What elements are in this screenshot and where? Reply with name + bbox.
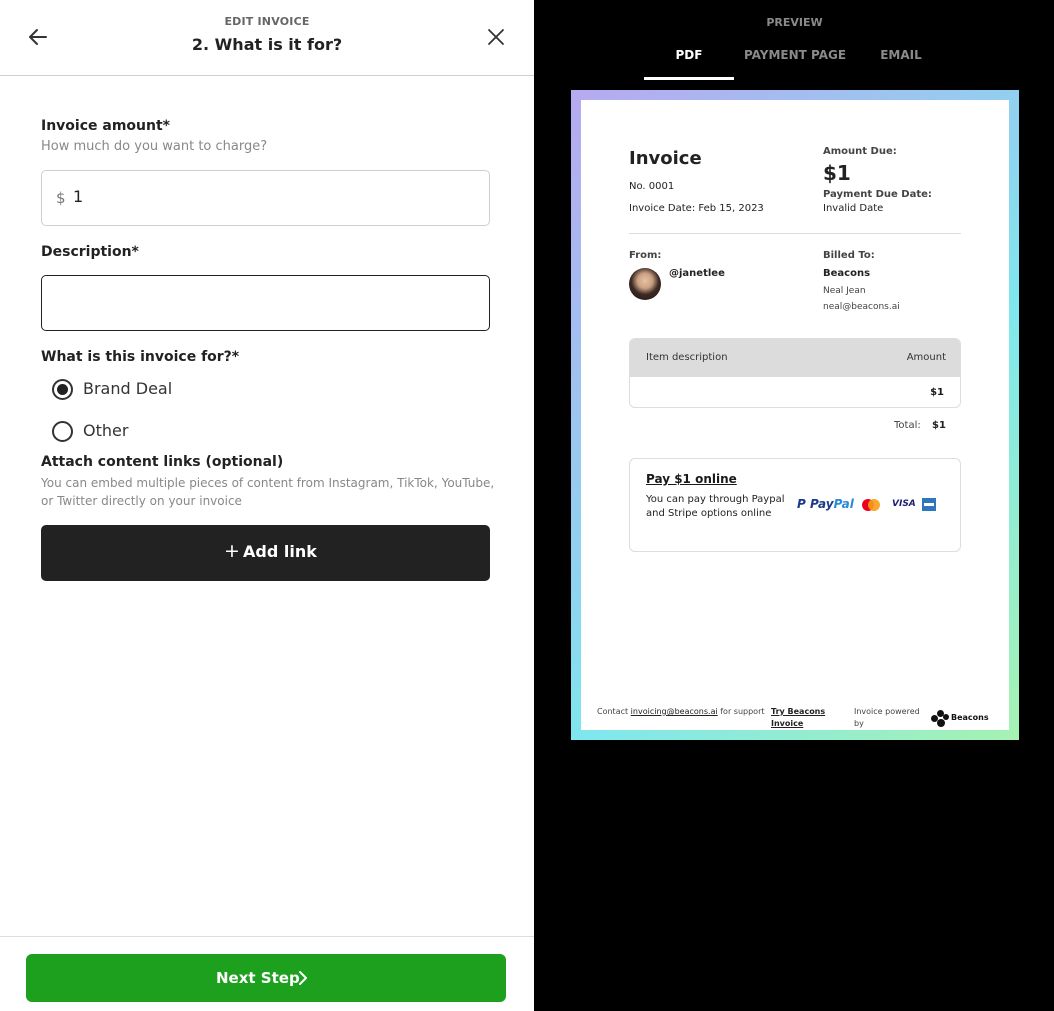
try-beacons-invoice-link[interactable]: Try Beacons Invoice [771,706,841,730]
invoice-number: No. 0001 [629,181,675,192]
support-contact: Contact invoicing@beacons.ai for support [597,706,767,718]
preview-title: PREVIEW [766,16,823,29]
divider [629,233,961,234]
amex-logo [922,498,936,511]
mastercard-logo [862,499,880,511]
amount-input[interactable]: $ 1 [41,170,490,226]
avatar [629,268,661,300]
amount-due-label: Amount Due: [823,146,897,157]
panel-header: EDIT INVOICE 2. What is it for? [0,0,534,76]
tab-pdf[interactable]: PDF [644,48,734,62]
header-eyebrow: EDIT INVOICE [224,15,310,28]
chevron-right-icon [299,971,307,985]
invoice-preview-frame: Invoice No. 0001 Invoice Date: Feb 15, 2… [571,90,1019,740]
close-icon[interactable] [484,25,508,49]
plus-icon: + [224,540,240,562]
description-input[interactable] [41,275,490,331]
radio-label: Other [83,421,129,440]
billed-to-email: neal@beacons.ai [823,302,900,312]
item-amount: $1 [930,387,944,398]
currency-symbol: $ [56,189,66,207]
attach-links-sublabel: You can embed multiple pieces of content… [41,476,495,508]
amount-due-value: $1 [823,161,851,185]
paypal-logo: P PayPal [797,497,854,511]
support-email-link[interactable]: invoicing@beacons.ai [631,707,718,716]
radio-label: Brand Deal [83,379,173,398]
due-date-value: Invalid Date [823,203,884,214]
powered-by-text: Invoice powered by [854,707,920,728]
amount-sublabel: How much do you want to charge? [41,139,268,154]
sender-handle: @janetlee [669,268,725,279]
amount-value: 1 [73,187,84,206]
tab-payment-page[interactable]: PAYMENT PAGE [740,48,850,62]
total-value: $1 [932,420,946,431]
radio-button-checked[interactable] [52,379,73,400]
next-step-button[interactable]: Next Step [26,954,506,1002]
support-contact-text: for support [720,707,765,716]
description-label: Description* [41,244,139,260]
add-link-label: Add link [243,542,317,561]
line-items-table: Item description Amount $1 [629,338,961,408]
billed-to-name: Beacons [823,268,871,279]
support-contact-text: Contact [597,707,629,716]
invoice-date: Invoice Date: Feb 15, 2023 [629,203,764,214]
panel-footer: Next Step [0,936,534,1011]
page-title: 2. What is it for? [191,35,343,54]
edit-invoice-panel: EDIT INVOICE 2. What is it for? Invoice … [0,0,534,1011]
total-label: Total: [894,420,921,431]
paypal-logo-text: Pal [833,497,854,511]
pay-online-box: Pay $1 online You can pay through Paypal… [629,458,961,552]
beacons-logo: Beacons [931,710,991,728]
beacons-logo-text: Beacons [951,713,989,722]
purpose-label: What is this invoice for?* [41,349,240,365]
billed-to-person: Neal Jean [823,286,866,296]
invoice-document: Invoice No. 0001 Invoice Date: Feb 15, 2… [581,100,1009,730]
active-tab-indicator [644,77,734,80]
billed-to-label: Billed To: [823,250,875,261]
add-link-button[interactable]: + Add link [41,525,490,581]
pay-online-link[interactable]: Pay $1 online [646,472,737,486]
pay-online-description: You can pay through Paypal and Stripe op… [646,494,785,519]
from-label: From: [629,250,662,261]
paypal-logo-text: P Pay [797,497,834,511]
visa-logo: VISA [892,499,916,509]
attach-links-label: Attach content links (optional) [41,454,284,470]
due-date-label: Payment Due Date: [823,189,932,200]
invoice-title: Invoice [629,148,702,169]
next-step-label: Next Step [216,969,300,987]
radio-button-unchecked[interactable] [52,421,73,442]
table-header: Item description Amount [630,339,960,377]
column-header-description: Item description [646,352,728,363]
column-header-amount: Amount [906,352,946,363]
amount-label: Invoice amount* [41,118,170,134]
tab-email[interactable]: EMAIL [866,48,936,62]
